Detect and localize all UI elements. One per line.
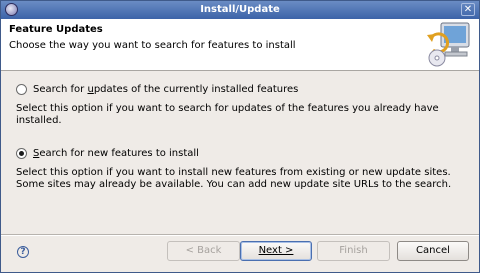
footer-separator (1, 234, 479, 236)
page-description: Choose the way you want to search for fe… (9, 40, 296, 51)
window-title: Install/Update (200, 4, 280, 15)
radio-search-updates[interactable] (16, 84, 27, 95)
option-search-new-description: Select this option if you want to instal… (16, 167, 452, 190)
wizard-banner: Feature Updates Choose the way you want … (1, 19, 479, 71)
option-search-updates-description: Select this option if you want to search… (16, 103, 439, 126)
computer-update-icon (427, 22, 470, 67)
install-update-dialog: Install/Update ✕ Feature Updates Choose … (0, 0, 480, 273)
option-search-new[interactable]: Search for new features to install (16, 148, 199, 159)
option-search-new-label: Search for new features to install (33, 148, 199, 159)
page-title: Feature Updates (9, 24, 103, 35)
radio-search-new[interactable] (16, 148, 27, 159)
option-search-updates[interactable]: Search for updates of the currently inst… (16, 84, 298, 95)
option-search-updates-label: Search for updates of the currently inst… (33, 84, 299, 95)
close-button[interactable]: ✕ (461, 3, 475, 16)
back-button[interactable]: < Back (167, 241, 240, 261)
help-icon[interactable]: ? (17, 246, 29, 258)
finish-button[interactable]: Finish (317, 241, 390, 261)
cancel-button[interactable]: Cancel (397, 241, 469, 261)
wizard-content: Search for updates of the currently inst… (1, 72, 479, 232)
next-button[interactable]: Next > (240, 241, 312, 261)
title-bar[interactable]: Install/Update ✕ (1, 1, 479, 19)
